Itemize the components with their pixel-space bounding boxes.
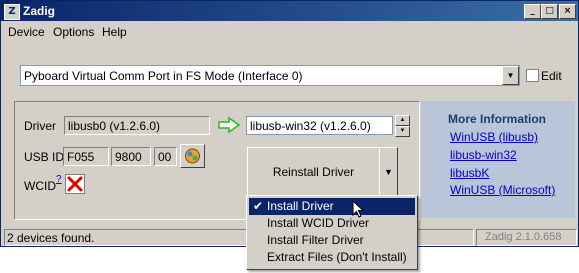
usb-id-vid: F055 xyxy=(63,147,109,166)
mouse-pointer-icon xyxy=(352,200,365,218)
link-libusbk[interactable]: libusbK xyxy=(450,166,489,180)
device-select-value: Pyboard Virtual Comm Port in FS Mode (In… xyxy=(24,69,303,83)
usb-id-mi: 00 xyxy=(154,147,177,166)
menu-options[interactable]: Options xyxy=(53,25,94,39)
menu-item-install-driver[interactable]: ✔ Install Driver xyxy=(249,198,415,215)
window-title: Zadig xyxy=(23,4,55,18)
check-icon: ✔ xyxy=(253,199,264,213)
link-winusb-libusb[interactable]: WinUSB (libusb) xyxy=(450,130,538,144)
edit-checkbox[interactable] xyxy=(526,69,539,82)
title-bar[interactable]: Z Zadig _ □ × xyxy=(1,1,578,21)
green-right-arrow-icon xyxy=(218,116,241,134)
menu-help[interactable]: Help xyxy=(102,25,127,39)
usb-id-pid: 9800 xyxy=(111,147,151,166)
driver-label: Driver xyxy=(24,119,56,133)
wcid-label: WCID xyxy=(24,179,56,193)
install-options-dropdown-button[interactable]: ▼ xyxy=(379,147,398,198)
edit-label: Edit xyxy=(541,69,562,83)
chevron-down-icon[interactable]: ▼ xyxy=(502,66,519,85)
link-libusb-win32[interactable]: libusb-win32 xyxy=(450,148,517,162)
menu-bar: Device Options Help xyxy=(1,21,578,41)
driver-spin-up[interactable]: ▲ xyxy=(395,115,410,126)
install-options-menu: ✔ Install Driver Install WCID Driver Ins… xyxy=(246,195,418,270)
device-select[interactable]: Pyboard Virtual Comm Port in FS Mode (In… xyxy=(20,65,520,86)
info-heading: More Information xyxy=(448,112,546,126)
target-driver-field[interactable]: libusb-win32 (v1.2.6.0) xyxy=(246,116,393,135)
version-label: Zadig 2.1.0.658 xyxy=(485,231,562,243)
menu-device[interactable]: Device xyxy=(8,25,45,39)
maximize-button[interactable]: □ xyxy=(541,4,558,19)
menu-item-extract-files[interactable]: Extract Files (Don't Install) xyxy=(249,249,415,266)
minimize-button[interactable]: _ xyxy=(524,4,541,19)
link-winusb-microsoft[interactable]: WinUSB (Microsoft) xyxy=(450,183,555,197)
edit-usb-id-icon xyxy=(185,148,200,164)
reinstall-driver-button[interactable]: Reinstall Driver xyxy=(247,147,380,198)
info-panel: More Information WinUSB (libusb) libusb-… xyxy=(421,101,575,218)
menu-item-install-filter-driver[interactable]: Install Filter Driver xyxy=(249,232,415,249)
wcid-help-link[interactable]: ? xyxy=(56,174,62,185)
edit-usb-id-button[interactable] xyxy=(180,144,205,168)
menu-item-install-wcid-driver[interactable]: Install WCID Driver xyxy=(249,215,415,232)
close-button[interactable]: × xyxy=(559,4,576,19)
app-icon: Z xyxy=(4,4,20,20)
current-driver-field: libusb0 (v1.2.6.0) xyxy=(64,116,210,135)
usb-id-label: USB ID xyxy=(24,150,65,164)
status-message: 2 devices found. xyxy=(7,231,95,245)
driver-spin-down[interactable]: ▼ xyxy=(395,126,410,137)
red-x-icon xyxy=(65,174,85,194)
status-version-panel: Zadig 2.1.0.658 xyxy=(476,229,577,246)
